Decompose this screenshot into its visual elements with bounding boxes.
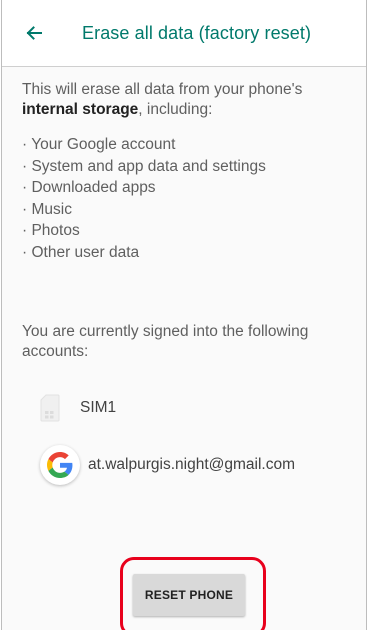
intro-text: This will erase all data from your phone… — [22, 80, 352, 120]
list-item: Music — [22, 199, 352, 221]
account-row-sim: SIM1 — [40, 394, 116, 422]
reset-phone-button[interactable]: RESET PHONE — [133, 574, 245, 616]
erase-description: This will erase all data from your phone… — [22, 80, 352, 263]
intro-text-bold: internal storage — [22, 101, 139, 118]
account-row-google: at.walpurgis.night@gmail.com — [40, 445, 295, 485]
list-item: Your Google account — [22, 134, 352, 156]
list-item: Photos — [22, 220, 352, 242]
page-title: Erase all data (factory reset) — [82, 23, 312, 43]
screen: Erase all data (factory reset) This will… — [1, 0, 367, 630]
google-icon — [40, 445, 80, 485]
list-item: System and app data and settings — [22, 156, 352, 178]
intro-text-start: This will erase all data from your phone… — [22, 81, 303, 98]
arrow-back-icon — [26, 26, 42, 40]
list-item: Downloaded apps — [22, 177, 352, 199]
back-button[interactable] — [22, 21, 46, 45]
list-item: Other user data — [22, 242, 352, 264]
sim-card-icon — [40, 394, 60, 422]
app-bar: Erase all data (factory reset) — [2, 0, 366, 67]
erase-items-list: Your Google account System and app data … — [22, 134, 352, 263]
intro-text-end: , including: — [138, 101, 213, 118]
signed-in-text: You are currently signed into the follow… — [22, 323, 309, 360]
account-label-google: at.walpurgis.night@gmail.com — [88, 456, 295, 473]
account-label-sim: SIM1 — [80, 399, 117, 416]
